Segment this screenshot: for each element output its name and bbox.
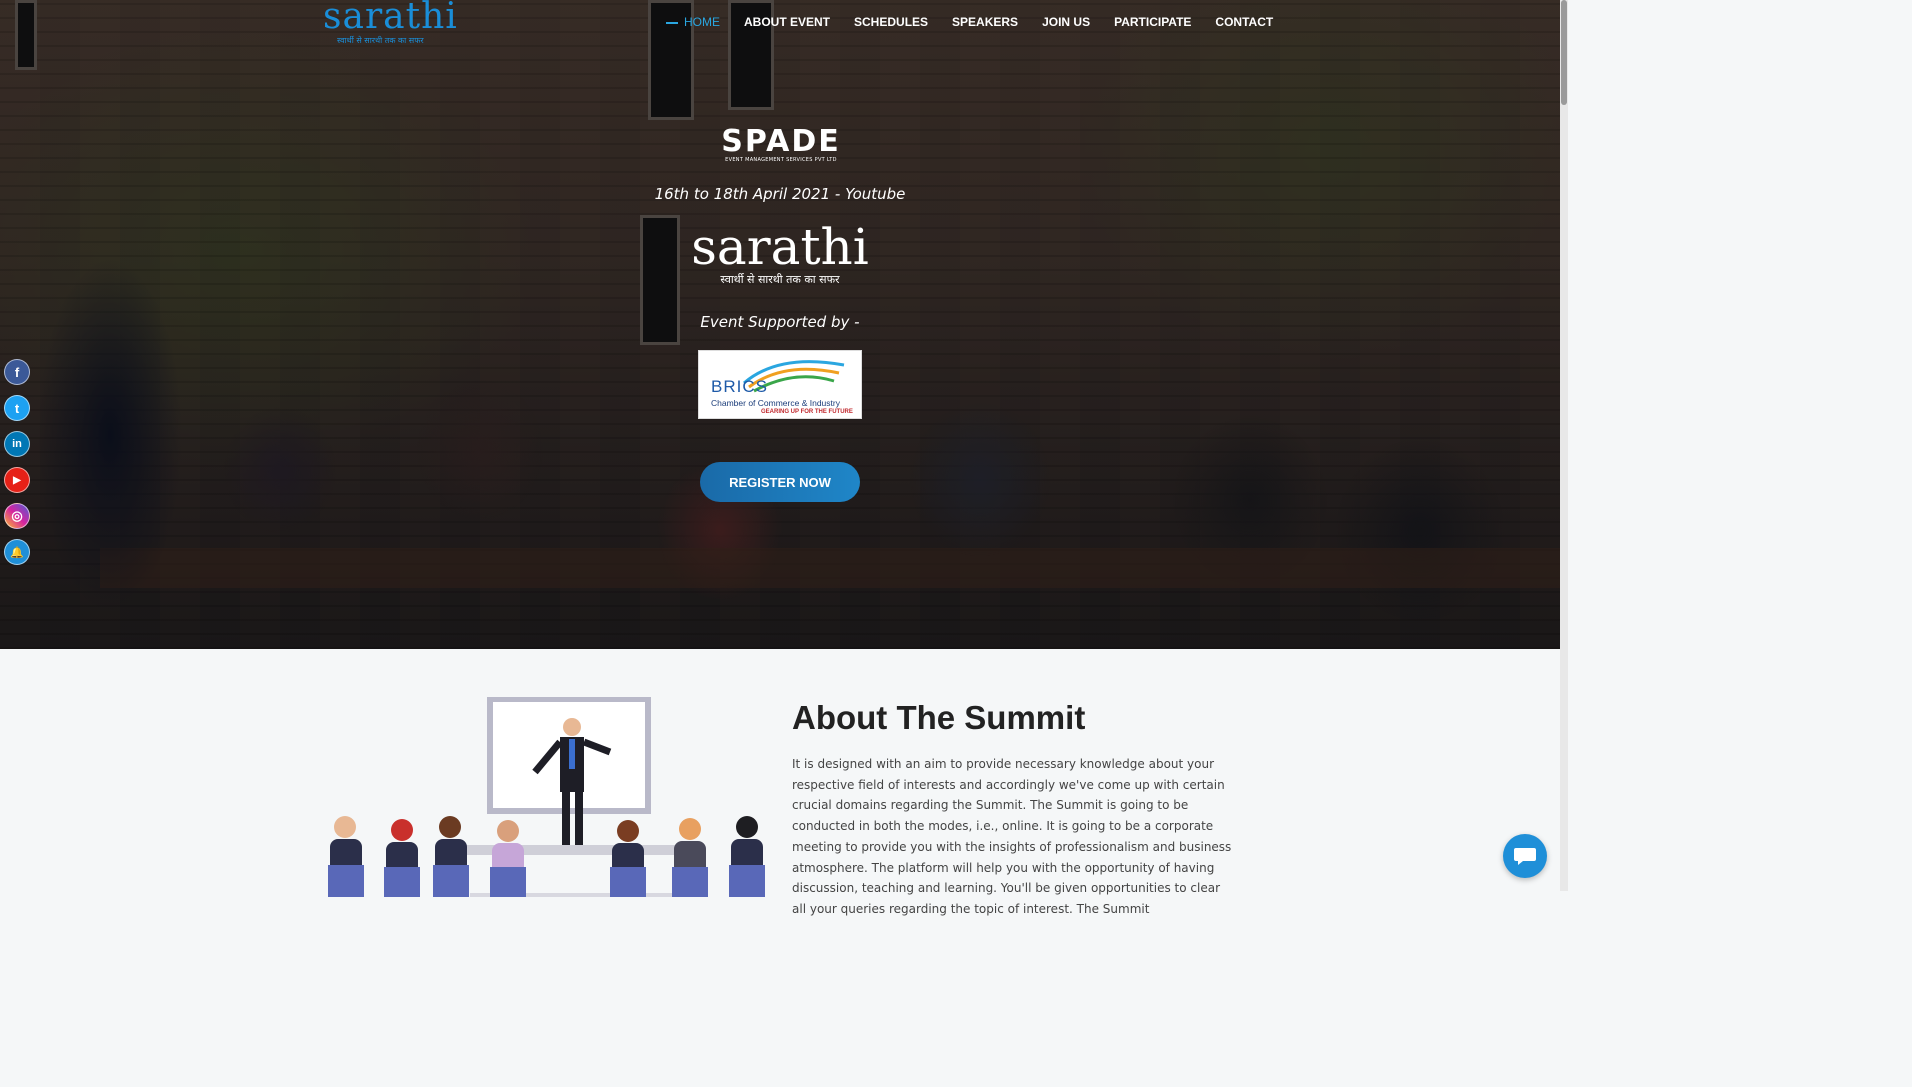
about-title: About The Summit — [792, 699, 1086, 736]
spade-sponsor-logo: SPADE EVENT MANAGEMENT SERVICES PVT LTD — [706, 124, 856, 164]
site-logo[interactable]: sarathi स्वार्थी से सारथी तक का सफर — [323, 0, 457, 46]
social-sidebar: f t in ▶ ◎ 🔔 — [4, 359, 30, 565]
nav-home[interactable]: HOME — [666, 14, 720, 30]
facebook-icon[interactable]: f — [4, 359, 30, 385]
scrollbar-thumb[interactable] — [1561, 0, 1567, 105]
twitter-icon[interactable]: t — [4, 395, 30, 421]
youtube-icon[interactable]: ▶ — [4, 467, 30, 493]
presentation-illustration — [328, 697, 765, 897]
nav-participate[interactable]: PARTICIPATE — [1114, 14, 1191, 30]
main-navigation: HOME ABOUT EVENT SCHEDULES SPEAKERS JOIN… — [666, 14, 1297, 30]
supported-by-label: Event Supported by - — [700, 313, 860, 331]
about-section: About The Summit It is designed with an … — [0, 649, 1560, 916]
nav-about-event[interactable]: ABOUT EVENT — [744, 14, 830, 30]
spade-subtitle: EVENT MANAGEMENT SERVICES PVT LTD — [725, 157, 837, 163]
brics-chamber-text: Chamber of Commerce & Industry — [711, 398, 840, 408]
brics-slogan: GEARING UP FOR THE FUTURE — [761, 409, 853, 415]
instagram-icon[interactable]: ◎ — [4, 503, 30, 529]
event-date-line: 16th to 18th April 2021 - Youtube — [654, 185, 906, 203]
nav-join-us[interactable]: JOIN US — [1042, 14, 1090, 30]
nav-schedules[interactable]: SCHEDULES — [854, 14, 928, 30]
sarathi-event-logo: sarathi स्वार्थी से सारथी तक का सफर — [690, 220, 870, 287]
nav-contact[interactable]: CONTACT — [1215, 14, 1273, 30]
linkedin-icon[interactable]: in — [4, 431, 30, 457]
brics-wordmark: BRICS — [711, 377, 768, 396]
brics-supporter-logo: BRICS Chamber of Commerce & Industry GEA… — [698, 350, 862, 419]
audience-heads — [328, 816, 765, 897]
page-scrollbar[interactable] — [1560, 0, 1568, 891]
sarathi-wordmark: sarathi — [691, 218, 869, 276]
nav-speakers[interactable]: SPEAKERS — [952, 14, 1018, 30]
spade-wordmark: SPADE — [721, 124, 841, 159]
hero-section: sarathi स्वार्थी से सारथी तक का सफर HOME… — [0, 0, 1560, 649]
logo-wordmark: sarathi — [323, 0, 458, 37]
chat-bubble-icon — [1514, 848, 1536, 865]
logo-tagline: स्वार्थी से सारथी तक का सफर — [337, 36, 424, 45]
bell-icon[interactable]: 🔔 — [4, 539, 30, 565]
chat-widget-button[interactable] — [1503, 834, 1547, 878]
about-body: It is designed with an aim to provide ne… — [792, 757, 1232, 916]
register-now-button[interactable]: REGISTER NOW — [700, 462, 860, 502]
